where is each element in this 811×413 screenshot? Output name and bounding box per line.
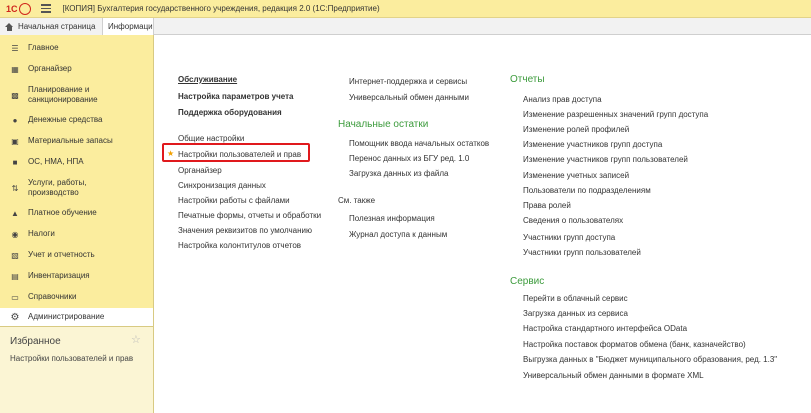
chart-icon: ▩ bbox=[11, 90, 19, 100]
report-link[interactable]: Изменение учетных записей bbox=[523, 171, 629, 180]
section-initial-balances: Начальные остатки bbox=[338, 119, 429, 130]
star-icon[interactable]: ☆ bbox=[131, 333, 141, 346]
link-user-rights-settings[interactable]: Настройки пользователей и прав bbox=[178, 150, 301, 159]
link-general-settings[interactable]: Общие настройки bbox=[178, 134, 244, 143]
link-balances-wizard[interactable]: Помощник ввода начальных остатков bbox=[349, 139, 489, 148]
tab-information[interactable]: Информаци bbox=[103, 18, 154, 35]
sidebar-item-administration[interactable]: ⚙ Администрирование bbox=[0, 308, 153, 326]
sidebar-item-label: Планирование и санкционирование bbox=[28, 85, 98, 104]
link-print-forms[interactable]: Печатные формы, отчеты и обработки bbox=[178, 211, 321, 220]
service-link[interactable]: Настройка поставок форматов обмена (банк… bbox=[523, 340, 746, 349]
report-link[interactable]: Права ролей bbox=[523, 201, 571, 210]
tab-home-page[interactable]: Начальная страница bbox=[0, 18, 103, 35]
link-useful-info[interactable]: Полезная информация bbox=[349, 214, 435, 223]
gear-icon: ⚙ bbox=[10, 311, 20, 323]
logo-circle-icon bbox=[18, 2, 31, 15]
ledger-icon: ▧ bbox=[11, 250, 19, 260]
sidebar-item-materials[interactable]: ▣ Материальные запасы bbox=[0, 133, 153, 149]
sidebar-item-label: Инвентаризация bbox=[28, 271, 90, 280]
link-data-sync[interactable]: Синхронизация данных bbox=[178, 181, 266, 190]
title-bar: 1С [КОПИЯ] Бухгалтерия государственного … bbox=[0, 0, 811, 18]
link-equipment-support[interactable]: Поддержка оборудования bbox=[178, 108, 282, 117]
sidebar-item-services[interactable]: ⇅ Услуги, работы, производство bbox=[0, 176, 153, 200]
graduation-icon: ▲ bbox=[11, 208, 19, 218]
service-link[interactable]: Настройка стандартного интерфейса OData bbox=[523, 324, 687, 333]
link-universal-exchange[interactable]: Универсальный обмен данными bbox=[349, 93, 469, 102]
service-link[interactable]: Перейти в облачный сервис bbox=[523, 294, 628, 303]
link-organizer[interactable]: Органайзер bbox=[178, 166, 222, 175]
sidebar-item-label: Услуги, работы, производство bbox=[28, 178, 87, 197]
tabs-bar: Начальная страница Информаци bbox=[0, 18, 811, 35]
report-link[interactable]: Изменение участников групп пользователей bbox=[523, 155, 688, 164]
report-link[interactable]: Сведения о пользователях bbox=[523, 216, 623, 225]
logo-text: 1С bbox=[6, 3, 18, 14]
sidebar-item-catalogs[interactable]: ▭ Справочники bbox=[0, 289, 153, 305]
section-service: Сервис bbox=[510, 276, 545, 287]
link-internet-support[interactable]: Интернет-поддержка и сервисы bbox=[349, 77, 467, 86]
calendar-icon: ▦ bbox=[11, 64, 19, 74]
section-see-also: См. также bbox=[338, 196, 376, 205]
sidebar-item-label: Органайзер bbox=[28, 64, 72, 73]
window-title: [КОПИЯ] Бухгалтерия государственного учр… bbox=[62, 4, 380, 13]
sidebar-item-label: Денежные средства bbox=[28, 115, 103, 124]
report-link[interactable]: Участники групп пользователей bbox=[523, 248, 641, 257]
service-link[interactable]: Универсальный обмен данными в формате XM… bbox=[523, 371, 704, 380]
link-load-from-file[interactable]: Загрузка данных из файла bbox=[349, 169, 448, 178]
sidebar-item-taxes[interactable]: ◉ Налоги bbox=[0, 226, 153, 242]
service-link[interactable]: Загрузка данных из сервиса bbox=[523, 309, 628, 318]
sidebar-item-organizer[interactable]: ▦ Органайзер bbox=[0, 61, 153, 77]
link-maintenance[interactable]: Обслуживание bbox=[178, 75, 237, 84]
tab-label: Начальная страница bbox=[18, 22, 96, 31]
favorites-title: Избранное bbox=[10, 336, 61, 347]
link-transfer-from-bgu[interactable]: Перенос данных из БГУ ред. 1.0 bbox=[349, 154, 469, 163]
1c-logo: 1С bbox=[6, 2, 31, 15]
tab-label: Информаци bbox=[108, 22, 153, 31]
sidebar-item-fixed-assets[interactable]: ■ ОС, НМА, НПА bbox=[0, 154, 153, 170]
sidebar-item-main[interactable]: ☰ Главное bbox=[0, 40, 153, 56]
service-link[interactable]: Выгрузка данных в "Бюджет муниципального… bbox=[523, 355, 777, 364]
sidebar-item-label: Материальные запасы bbox=[28, 136, 113, 145]
home-icon bbox=[5, 22, 14, 31]
main-menu-icon[interactable] bbox=[40, 4, 51, 13]
report-link[interactable]: Изменение ролей профилей bbox=[523, 125, 629, 134]
sidebar-item-label: Администрирование bbox=[28, 312, 105, 321]
sidebar-item-label: Справочники bbox=[28, 292, 77, 301]
services-icon: ⇅ bbox=[11, 183, 19, 193]
favorite-star-icon: ★ bbox=[167, 149, 175, 158]
report-link[interactable]: Пользователи по подразделениям bbox=[523, 186, 651, 195]
truck-icon: ■ bbox=[12, 157, 18, 167]
sidebar-item-paid-education[interactable]: ▲ Платное обучение bbox=[0, 205, 153, 221]
boxes-icon: ▣ bbox=[11, 136, 19, 146]
sidebar-item-planning[interactable]: ▩ Планирование и санкционирование bbox=[0, 83, 153, 107]
percent-icon: ◉ bbox=[11, 229, 19, 239]
list-icon: ☰ bbox=[11, 43, 19, 53]
sidebar-item-label: Учет и отчетность bbox=[28, 250, 95, 259]
link-report-headers[interactable]: Настройка колонтитулов отчетов bbox=[178, 241, 301, 250]
section-reports: Отчеты bbox=[510, 74, 545, 85]
favorites-panel: Избранное ☆ Настройки пользователей и пр… bbox=[0, 326, 153, 413]
favorite-item[interactable]: Настройки пользователей и прав bbox=[10, 354, 133, 363]
sidebar-item-label: Платное обучение bbox=[28, 208, 97, 217]
link-default-values[interactable]: Значения реквизитов по умолчанию bbox=[178, 226, 312, 235]
link-access-log[interactable]: Журнал доступа к данным bbox=[349, 230, 447, 239]
administration-panel: Обслуживание Настройка параметров учета … bbox=[155, 35, 811, 413]
sidebar-item-label: ОС, НМА, НПА bbox=[28, 157, 84, 166]
link-accounting-params[interactable]: Настройка параметров учета bbox=[178, 92, 293, 101]
coins-icon: ● bbox=[12, 115, 18, 125]
clipboard-icon: ▤ bbox=[11, 271, 19, 281]
sidebar-item-label: Главное bbox=[28, 43, 59, 52]
link-file-settings[interactable]: Настройки работы с файлами bbox=[178, 196, 290, 205]
report-link[interactable]: Участники групп доступа bbox=[523, 233, 615, 242]
book-icon: ▭ bbox=[11, 292, 19, 302]
sidebar-item-accounting[interactable]: ▧ Учет и отчетность bbox=[0, 247, 153, 263]
sidebar-item-inventory[interactable]: ▤ Инвентаризация bbox=[0, 268, 153, 284]
report-link[interactable]: Изменение разрешенных значений групп дос… bbox=[523, 110, 708, 119]
sections-sidebar: ☰ Главное ▦ Органайзер ▩ Планирование и сан… bbox=[0, 35, 154, 413]
sidebar-item-label: Налоги bbox=[28, 229, 55, 238]
sidebar-item-money[interactable]: ● Денежные средства bbox=[0, 112, 153, 128]
report-link[interactable]: Анализ прав доступа bbox=[523, 95, 602, 104]
report-link[interactable]: Изменение участников групп доступа bbox=[523, 140, 662, 149]
